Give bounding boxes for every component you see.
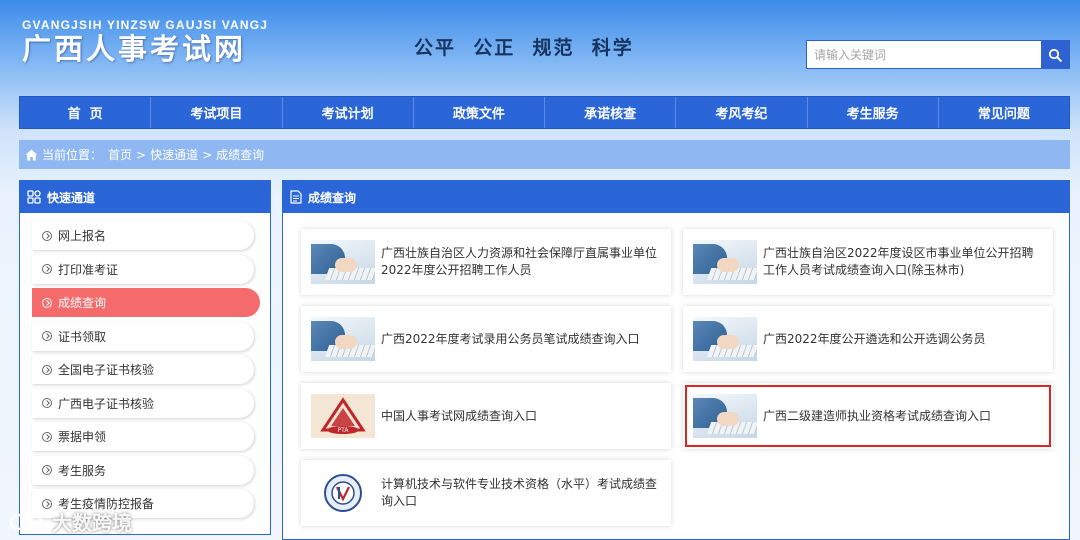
- breadcrumb-separator: >: [136, 147, 147, 162]
- sidebar-item-label: 广西电子证书核验: [58, 396, 155, 411]
- sidebar-item-national-cert-verify[interactable]: 全国电子证书核验: [32, 355, 254, 384]
- sidebar-title: 快速通道: [47, 190, 96, 205]
- sidebar-item-label: 票据申领: [58, 430, 107, 444]
- document-icon: [290, 190, 302, 204]
- keyboard-photo-thumbnail: [693, 240, 757, 284]
- sidebar-item-label: 网上报名: [58, 229, 107, 243]
- score-card-cpta[interactable]: PTA 中国人事考试网成绩查询入口: [301, 383, 671, 449]
- chevron-circle-icon: [42, 465, 52, 475]
- nav-item-home[interactable]: 首 页: [20, 97, 152, 128]
- logo-pinyin: GVANGJSIH YINZSW GAUJSI VANGJ: [22, 18, 269, 32]
- card-text: 广西壮族自治区人力资源和社会保障厅直属事业单位2022年度公开招聘工作人员: [381, 246, 658, 277]
- breadcrumb: 当前位置： 首页 > 快速通道 > 成绩查询: [19, 140, 1070, 169]
- logo-name: 广西人事考试网: [22, 32, 247, 66]
- card-text: 广西二级建造师执业资格考试成绩查询入口: [763, 408, 992, 423]
- quick-access-sidebar: 快速通道 网上报名 打印准考证 成绩查询 证书领取 全国电子证书核验 广西电子证…: [19, 180, 271, 535]
- breadcrumb-current[interactable]: 成绩查询: [216, 146, 264, 163]
- pta-logo-icon: PTA: [311, 394, 375, 438]
- sidebar-item-print-admission[interactable]: 打印准考证: [32, 254, 254, 284]
- breadcrumb-separator: >: [202, 147, 213, 162]
- keyboard-photo-thumbnail: [693, 317, 757, 361]
- site-header: GVANGJSIH YINZSW GAUJSI VANGJ 广西人事考试网 公平…: [0, 0, 1080, 90]
- nav-item-exam-plan[interactable]: 考试计划: [283, 97, 414, 128]
- site-logo[interactable]: GVANGJSIH YINZSW GAUJSI VANGJ 广西人事考试网: [22, 18, 268, 66]
- sidebar-item-label: 考生服务: [58, 463, 107, 478]
- chevron-circle-icon: [42, 431, 52, 442]
- keyboard-photo-thumbnail: [693, 394, 757, 438]
- chevron-circle-icon: [42, 364, 52, 375]
- sidebar-item-label: 打印准考证: [58, 262, 119, 277]
- main-title: 成绩查询: [308, 190, 357, 205]
- nav-item-commitment-check[interactable]: 承诺核查: [545, 97, 677, 128]
- watermark-logo-icon: [9, 513, 43, 530]
- card-text: 广西2022年度考试录用公务员笔试成绩查询入口: [381, 331, 640, 346]
- search-icon: [1048, 48, 1062, 62]
- breadcrumb-prefix: 当前位置：: [42, 148, 103, 162]
- score-card-civil-servant-selection[interactable]: 广西2022年度公开遴选和公开选调公务员: [683, 306, 1053, 372]
- keyboard-photo-thumbnail: [311, 240, 375, 284]
- breadcrumb-quick-access[interactable]: 快速通道: [150, 146, 198, 163]
- chevron-circle-icon: [42, 230, 52, 241]
- sidebar-item-certificate-pickup[interactable]: 证书领取: [32, 321, 254, 351]
- card-text: 广西2022年度公开遴选和公开选调公务员: [763, 331, 986, 346]
- pta-logo-text: PTA: [338, 427, 350, 434]
- score-card-civil-servant-written[interactable]: 广西2022年度考试录用公务员笔试成绩查询入口: [301, 306, 671, 372]
- sidebar-item-guangxi-cert-verify[interactable]: 广西电子证书核验: [32, 388, 254, 418]
- keyboard-photo-thumbnail: [311, 317, 375, 361]
- main-header: 成绩查询: [283, 181, 1069, 213]
- home-icon: [25, 149, 38, 161]
- score-card-hrss-direct-units[interactable]: 广西壮族自治区人力资源和社会保障厅直属事业单位2022年度公开招聘工作人员: [301, 229, 671, 295]
- chevron-circle-icon: [42, 297, 52, 308]
- card-text: 计算机技术与软件专业技术资格（水平）考试成绩查询入口: [381, 477, 658, 508]
- card-text: 中国人事考试网成绩查询入口: [381, 408, 538, 423]
- score-card-computer-software-qualification[interactable]: 计算机技术与软件专业技术资格（水平）考试成绩查询入口: [301, 460, 671, 526]
- chevron-circle-icon: [42, 264, 52, 274]
- grid-icon: [27, 190, 41, 204]
- chevron-circle-icon: [42, 331, 52, 341]
- sidebar-item-label: 成绩查询: [58, 296, 107, 310]
- sidebar-list: 网上报名 打印准考证 成绩查询 证书领取 全国电子证书核验 广西电子证书核验 票…: [20, 213, 270, 518]
- sidebar-item-label: 证书领取: [58, 329, 107, 344]
- sidebar-item-candidate-service[interactable]: 考生服务: [32, 455, 254, 485]
- search-input[interactable]: [807, 41, 1041, 68]
- sidebar-header: 快速通道: [20, 181, 270, 213]
- card-text: 广西壮族自治区2022年度设区市事业单位公开招聘工作人员考试成绩查询入口(除玉林…: [763, 246, 1034, 277]
- breadcrumb-home[interactable]: 首页: [108, 146, 132, 163]
- nav-item-policy[interactable]: 政策文件: [414, 97, 545, 128]
- nav-item-exam-discipline[interactable]: 考风考纪: [676, 97, 808, 128]
- main-nav: 首 页 考试项目 考试计划 政策文件 承诺核查 考风考纪 考生服务 常见问题: [19, 96, 1070, 129]
- search-box: [806, 40, 1070, 69]
- nav-item-faq[interactable]: 常见问题: [939, 97, 1069, 128]
- watermark: 大数跨境: [8, 507, 132, 536]
- sidebar-item-score-query[interactable]: 成绩查询: [32, 288, 260, 317]
- chevron-circle-icon: [42, 398, 52, 408]
- watermark-text: 大数跨境: [52, 511, 132, 535]
- score-query-panel: 成绩查询 广西壮族自治区人力资源和社会保障厅直属事业单位2022年度公开招聘工作…: [282, 180, 1070, 540]
- nav-item-candidate-service[interactable]: 考生服务: [808, 97, 939, 128]
- sidebar-item-invoice-request[interactable]: 票据申领: [32, 422, 254, 451]
- sidebar-item-label: 全国电子证书核验: [58, 363, 155, 377]
- sidebar-item-online-registration[interactable]: 网上报名: [32, 221, 254, 250]
- score-card-city-public-institutions[interactable]: 广西壮族自治区2022年度设区市事业单位公开招聘工作人员考试成绩查询入口(除玉林…: [683, 229, 1053, 295]
- rk-logo-icon: [311, 471, 375, 515]
- score-card-second-class-constructor[interactable]: 广西二级建造师执业资格考试成绩查询入口: [683, 383, 1053, 449]
- search-button[interactable]: [1041, 41, 1069, 68]
- nav-item-exam-projects[interactable]: 考试项目: [151, 97, 283, 128]
- site-slogan: 公平 公正 规范 科学: [414, 37, 634, 59]
